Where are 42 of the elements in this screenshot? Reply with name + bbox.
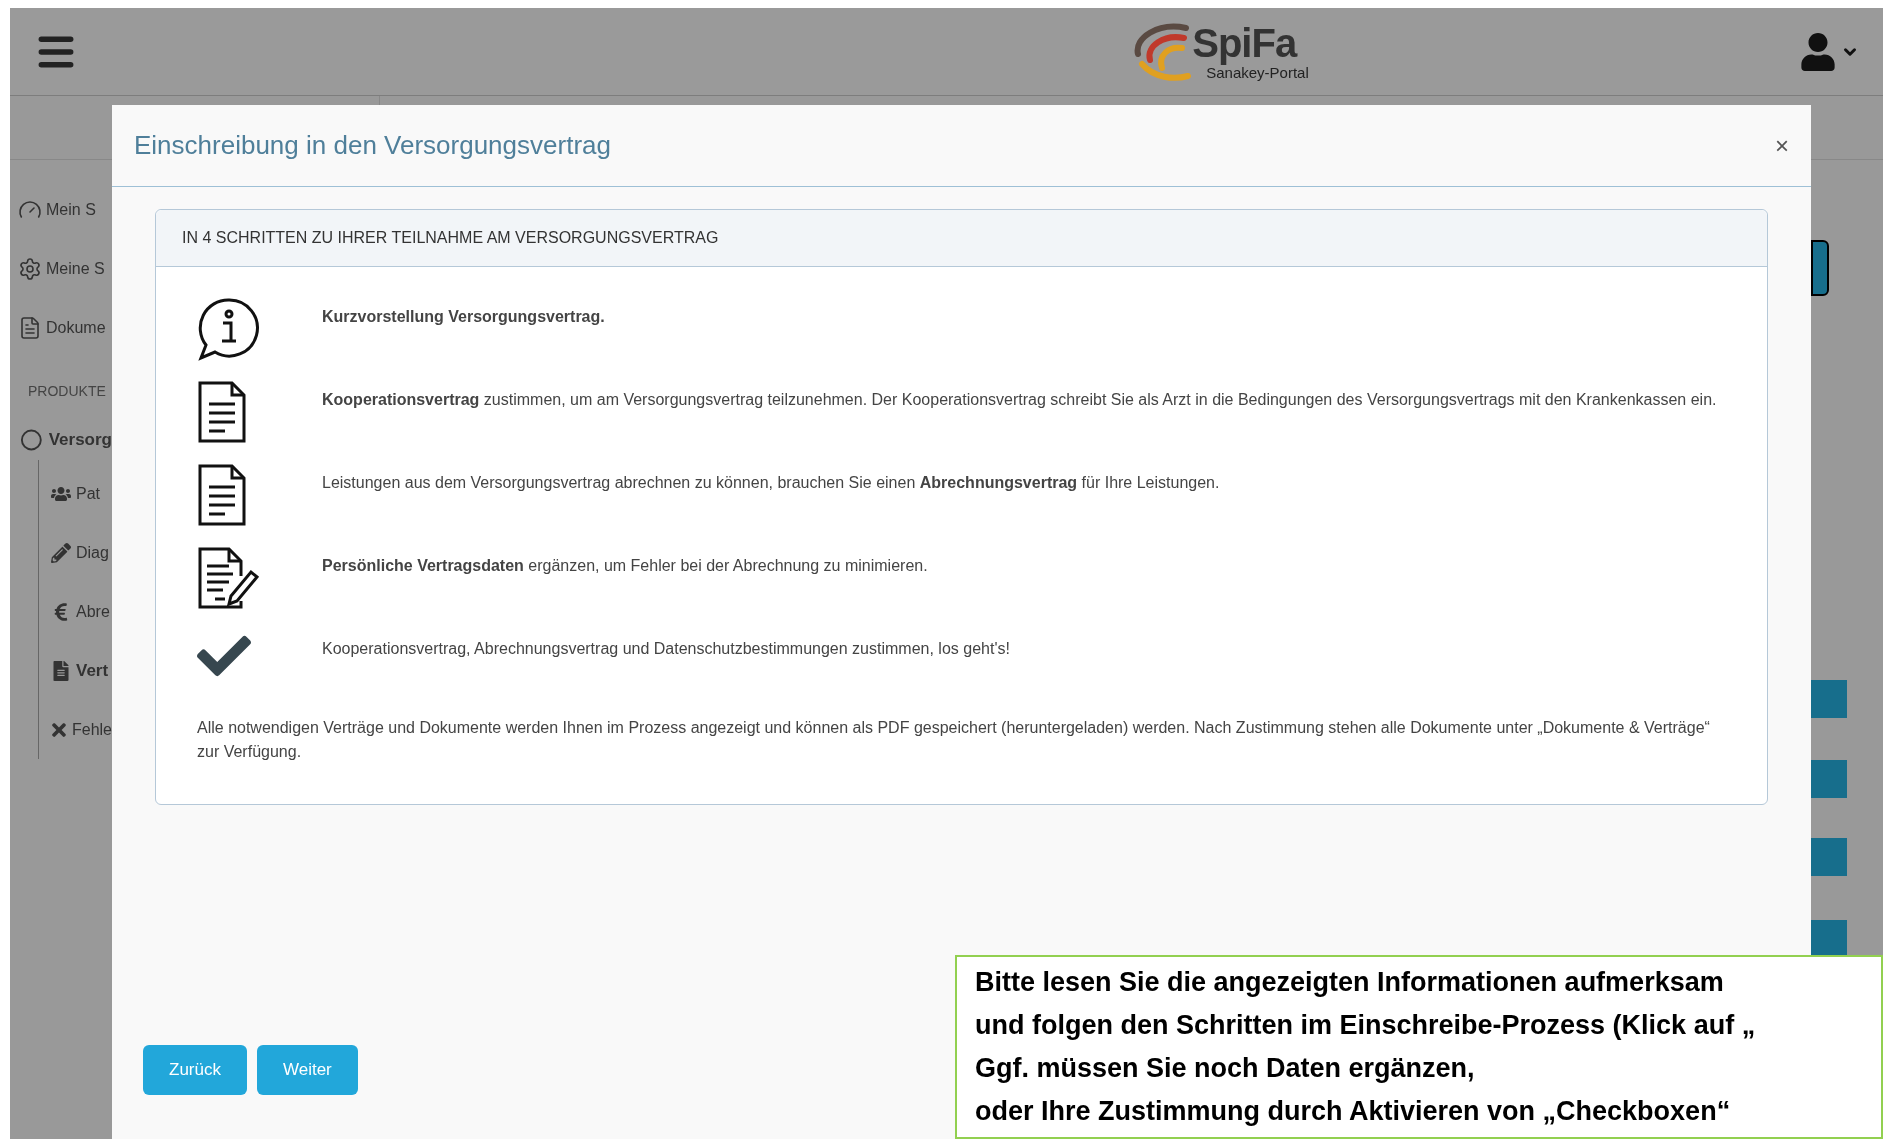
step-text: Leistungen aus dem Versorgungsvertrag abrechnen zu können, brauchen Sie einen Abrechnungsvertrag für Ihre Leistungen. [322, 473, 1220, 493]
sidebar-subitem[interactable]: Diag [76, 540, 109, 565]
document-pen-icon [197, 546, 261, 610]
document-icon [18, 315, 42, 340]
step-text: Persönliche Vertragsdaten ergänzen, um Fehler bei der Abrechnung zu minimieren. [322, 556, 928, 576]
info-bubble-icon [197, 297, 261, 361]
section-heading: PRODUKTE [27, 382, 107, 401]
panel-heading: IN 4 SCHRITTEN ZU IHRER TEILNAHME AM VERSORGUNGSVERTRAG [182, 228, 719, 248]
settings-icon [18, 256, 42, 281]
sidebar-subitem[interactable]: Pat [76, 481, 100, 506]
callout-text: oder Ihre Zustimmung durch Aktivieren von „Checkboxen“ [975, 1095, 1732, 1128]
close-button[interactable]: × [1775, 127, 1789, 164]
user-icon[interactable] [1799, 32, 1837, 71]
step-text: Kooperationsvertrag zustimmen, um am Versorgungsvertrag teilzunehmen. Der Kooperationsvertrag schreibt Sie als Arzt in die Bedingungen des Versorgungsvertrags mit den Krankenkassen ein. [322, 390, 1717, 410]
document-icon [51, 660, 71, 681]
icon-fragment [1811, 760, 1847, 798]
sidebar-subitem[interactable]: Abre [76, 599, 110, 624]
logo-title: SpiFa [1192, 23, 1298, 63]
note-text: Alle notwendigen Verträge und Dokumente werden Ihnen im Prozess angezeigt und können als PDF gespeichert (heruntergeladen) werden. Nach Zustimmung stehen alle Dokumente unter „Dokumente & Verträge“ zur Verfügung. [197, 718, 1711, 762]
circle-icon [20, 428, 43, 452]
callout-text: und folgen den Schritten im Einschreibe-Prozess (Klick auf „ [975, 1009, 1757, 1042]
background-page-fragment [1811, 240, 1829, 296]
nav-button[interactable]: Weiter [256, 1045, 358, 1095]
modal-title: Einschreibung in den Versorgungsvertrag [134, 129, 611, 162]
logo-subtitle: Sanakey-Portal [1206, 65, 1309, 80]
icon-fragment [1811, 920, 1847, 958]
icon-fragment [1811, 680, 1847, 718]
sidebar-item[interactable]: Mein S [46, 197, 96, 222]
sidebar-subitem[interactable]: Vert [76, 657, 109, 684]
callout-text: Ggf. müssen Sie noch Daten ergänzen, [975, 1052, 1476, 1085]
sidebar-subitem[interactable]: Fehle [71, 717, 112, 742]
pencil-icon [51, 542, 71, 563]
icon-fragment [1811, 838, 1847, 876]
product-item[interactable]: Versorg [48, 427, 112, 453]
nav-button[interactable]: Zurück [143, 1045, 247, 1095]
document-icon [197, 463, 247, 527]
sidebar-item[interactable]: Dokume [46, 315, 106, 340]
sidebar-item[interactable]: Meine S [46, 256, 105, 281]
callout-text: Bitte lesen Sie die angezeigten Informationen aufmerksam [975, 966, 1725, 999]
step-text: Kooperationsvertrag, Abrechnungsvertrag und Datenschutzbestimmungen zustimmen, los geht's! [322, 639, 1010, 659]
step-text: Kurzvorstellung Versorgungsvertrag. [322, 307, 605, 327]
document-icon [197, 380, 247, 444]
